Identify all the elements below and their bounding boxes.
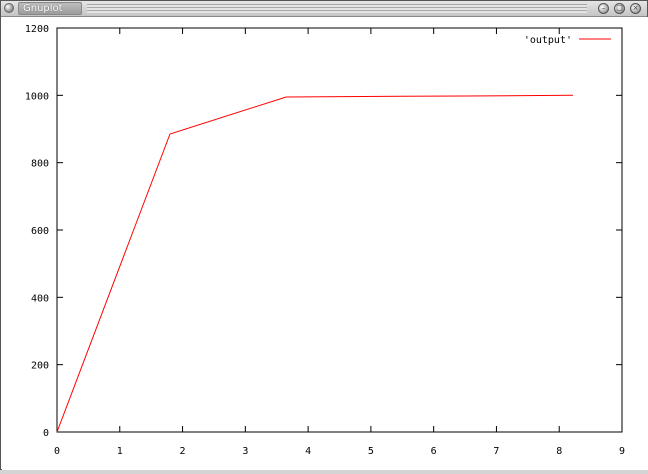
x-tick-label: 7 — [493, 446, 499, 457]
x-tick-label: 8 — [556, 446, 562, 457]
y-tick-label: 600 — [31, 226, 49, 237]
x-tick-label: 9 — [619, 446, 625, 457]
y-tick-label: 200 — [31, 361, 49, 372]
close-icon: × — [632, 4, 639, 12]
gnuplot-window: Gnuplot – □ × 0 1 2 3 4 5 6 7 8 9 0 200 400 600 800 100… — [0, 0, 648, 470]
x-tick-label: 5 — [368, 446, 374, 457]
title-bar[interactable]: Gnuplot – □ × — [1, 1, 647, 17]
y-tick-label: 0 — [43, 428, 49, 439]
x-tick-label: 4 — [305, 446, 311, 457]
x-tick-label: 2 — [180, 446, 186, 457]
plot-canvas: 0 1 2 3 4 5 6 7 8 9 0 200 400 600 800 1000 1200 'output' — [2, 17, 648, 470]
minimize-button[interactable]: – — [598, 3, 609, 14]
window-menu-icon[interactable] — [4, 3, 14, 13]
x-tick-label: 3 — [242, 446, 248, 457]
x-tick-label: 1 — [117, 446, 123, 457]
maximize-icon: □ — [616, 4, 623, 12]
y-tick-label: 1000 — [25, 91, 49, 102]
minimize-icon: – — [601, 4, 606, 12]
y-tick-label: 1200 — [25, 24, 49, 35]
close-button[interactable]: × — [630, 3, 641, 14]
y-tick-label: 800 — [31, 159, 49, 170]
line-chart: 0 1 2 3 4 5 6 7 8 9 0 200 400 600 800 1000 1200 'output' — [25, 24, 625, 457]
title-tab[interactable]: Gnuplot — [18, 2, 82, 15]
window-title: Gnuplot — [23, 3, 63, 14]
y-tick-label: 400 — [31, 293, 49, 304]
plot-frame — [56, 27, 623, 433]
x-tick-label: 6 — [431, 446, 437, 457]
maximize-button[interactable]: □ — [614, 3, 625, 14]
title-bar-grip[interactable] — [87, 4, 587, 13]
series-line-output — [56, 94, 574, 433]
legend-label: 'output' — [524, 35, 572, 46]
x-tick-label: 0 — [54, 446, 60, 457]
